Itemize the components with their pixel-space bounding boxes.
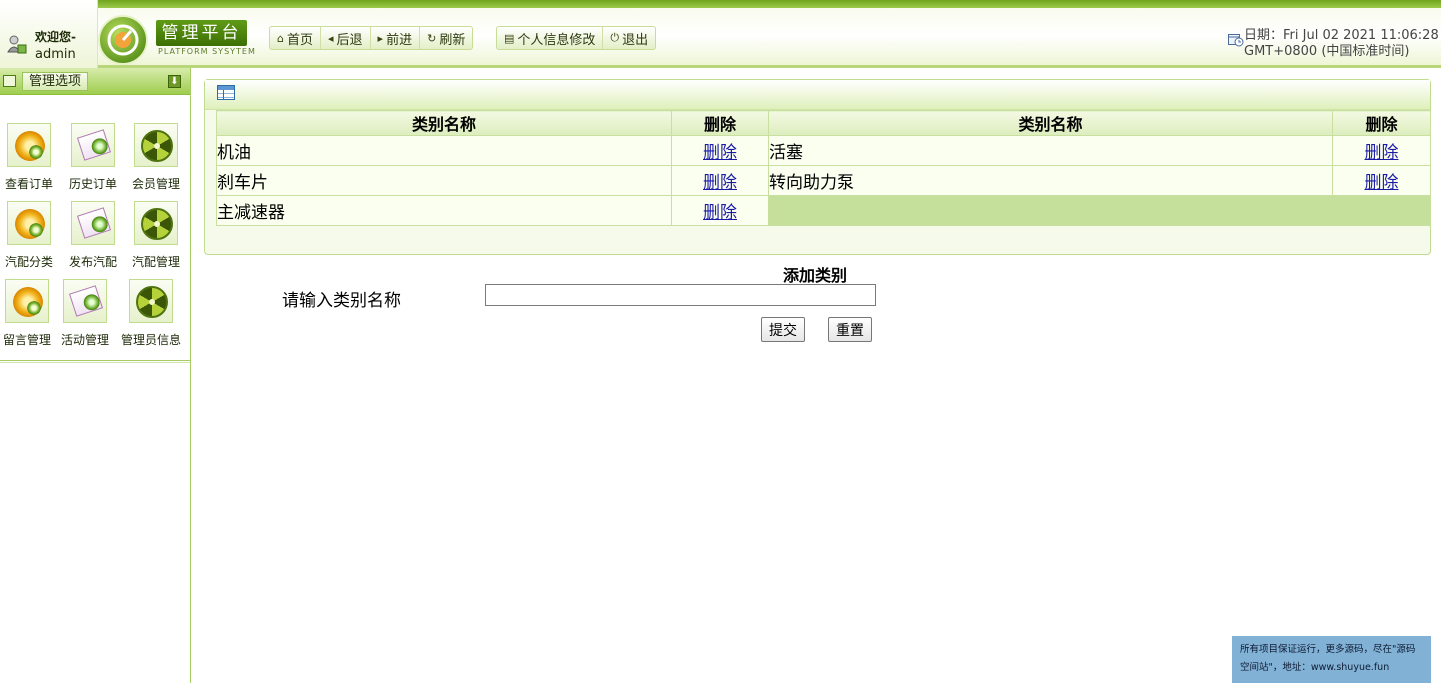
category-name-cell: 转向助力泵 [768,165,1333,196]
paper-icon [63,279,107,323]
nav-toolbar: ⌂ 首页 ◂ 后退 ▸ 前进 ↻ 刷新 [269,26,474,50]
delete-cell: 删除 [671,135,769,166]
panel-header [205,80,1430,110]
paper-icon [71,123,115,167]
category-name-cell: 机油 [216,135,672,166]
column-header-category-name: 类别名称 [216,110,672,136]
delete-link[interactable]: 删除 [1365,143,1399,163]
table-header-row: 类别名称 删除 类别名称 删除 [216,110,1431,136]
sidebar-item-member-management[interactable]: 会员管理 [125,123,187,192]
sidebar-item-activity-management[interactable]: 活动管理 [54,279,116,348]
watermark-banner: 所有项目保证运行，更多源码，尽在"源码 空间站"，地址：www.shuyue.f… [1232,636,1431,683]
gear-icon [7,201,51,245]
sidebar-item-history-orders[interactable]: 历史订单 [62,123,124,192]
sidebar: 管理选项 ⬇ 查看订单 历史订单 会员管理 汽配分类 发布汽配 汽配管理 留言管… [0,68,191,683]
edit-profile-label: 个人信息修改 [517,32,596,48]
back-label: 后退 [336,32,363,48]
empty-cell [768,195,1431,226]
power-icon: ⏻ [610,31,620,44]
sidebar-item-label: 会员管理 [131,177,180,191]
radioactive-icon [134,123,178,167]
delete-cell: 删除 [1332,165,1431,196]
platform-title: 管理平台 [156,20,247,46]
watermark-line1: 所有项目保证运行，更多源码，尽在"源码 [1240,644,1416,655]
sidebar-header: 管理选项 ⬇ [0,68,190,95]
sidebar-item-label: 历史订单 [68,177,117,191]
document-icon: ▤ [504,31,515,45]
radioactive-icon [134,201,178,245]
category-name-cell: 主减速器 [216,195,672,226]
category-name-label: 请输入类别名称 [282,291,401,311]
delete-link[interactable]: 删除 [703,173,737,193]
sidebar-item-parts-category[interactable]: 汽配分类 [0,201,60,270]
forward-button[interactable]: ▸ 前进 [371,27,421,49]
refresh-button[interactable]: ↻ 刷新 [420,27,472,49]
sidebar-item-message-management[interactable]: 留言管理 [0,279,58,348]
table-row: 刹车片 删除 转向助力泵 删除 [216,165,1431,196]
edit-profile-button[interactable]: ▤ 个人信息修改 [497,27,604,49]
username: admin [35,47,76,62]
delete-cell: 删除 [671,195,769,226]
user-icon [7,35,27,54]
sidebar-item-label: 活动管理 [60,333,109,347]
delete-link[interactable]: 删除 [1365,173,1399,193]
timezone-text: GMT+0800 (中国标准时间) [1244,44,1410,59]
top-header: 欢迎您- admin 管理平台 PLATFORM SYSYTEM ⌂ 首页 ◂ … [0,0,1441,68]
watermark-line2: 空间站"，地址：www.shuyue.fun [1240,662,1390,673]
header-top-bar [0,0,1441,8]
column-header-delete: 删除 [671,110,769,136]
collapse-arrow-icon[interactable]: ⬇ [168,75,181,88]
back-arrow-icon: ◂ [328,31,334,45]
home-icon: ⌂ [277,31,284,45]
sidebar-item-label: 汽配分类 [4,255,53,269]
delete-link[interactable]: 删除 [703,203,737,223]
welcome-text: 欢迎您- [35,30,76,44]
gear-icon [7,123,51,167]
sidebar-title: 管理选项 [22,72,89,91]
refresh-label: 刷新 [439,32,466,48]
back-button[interactable]: ◂ 后退 [321,27,371,49]
user-panel: 欢迎您- admin [0,0,98,68]
home-label: 首页 [286,32,313,48]
column-header-category-name: 类别名称 [768,110,1333,136]
refresh-icon: ↻ [427,31,437,45]
table-row: 机油 删除 活塞 删除 [216,135,1431,166]
sidebar-item-view-orders[interactable]: 查看订单 [0,123,60,192]
logout-button[interactable]: ⏻ 退出 [603,27,655,49]
paper-icon [71,201,115,245]
table-icon [217,85,235,100]
home-button[interactable]: ⌂ 首页 [270,27,321,49]
platform-logo-icon [98,15,148,65]
gear-icon [5,279,49,323]
delete-cell: 删除 [671,165,769,196]
add-category-title: 添加类别 [783,266,848,285]
delete-cell: 删除 [1332,135,1431,166]
sidebar-item-publish-parts[interactable]: 发布汽配 [62,201,124,270]
sidebar-item-label: 管理员信息 [120,333,181,347]
category-table: 类别名称 删除 类别名称 删除 机油 删除 活塞 删除 刹车片 删除 转向助力泵… [216,110,1431,226]
calendar-clock-icon [1228,34,1244,47]
reset-button[interactable]: 重置 [828,317,872,342]
table-row: 主减速器 删除 [216,195,1431,226]
logout-label: 退出 [622,32,649,48]
radioactive-icon [129,279,173,323]
category-name-input[interactable] [485,284,876,306]
forward-label: 前进 [386,32,413,48]
sidebar-item-parts-management[interactable]: 汽配管理 [125,201,187,270]
submit-button[interactable]: 提交 [761,317,805,342]
category-name-cell: 刹车片 [216,165,672,196]
forward-arrow-icon: ▸ [377,31,384,45]
sidebar-item-label: 留言管理 [2,333,51,347]
delete-link[interactable]: 删除 [703,143,737,163]
sidebar-item-label: 汽配管理 [131,255,180,269]
calendar-icon [3,75,16,87]
sidebar-item-label: 查看订单 [4,177,53,191]
category-name-cell: 活塞 [768,135,1333,166]
account-toolbar: ▤ 个人信息修改 ⏻ 退出 [496,26,657,50]
column-header-delete: 删除 [1332,110,1431,136]
sidebar-item-admin-info[interactable]: 管理员信息 [120,279,182,348]
platform-subtitle: PLATFORM SYSYTEM [158,47,256,56]
sidebar-item-label: 发布汽配 [68,255,117,269]
sidebar-divider [0,360,190,363]
